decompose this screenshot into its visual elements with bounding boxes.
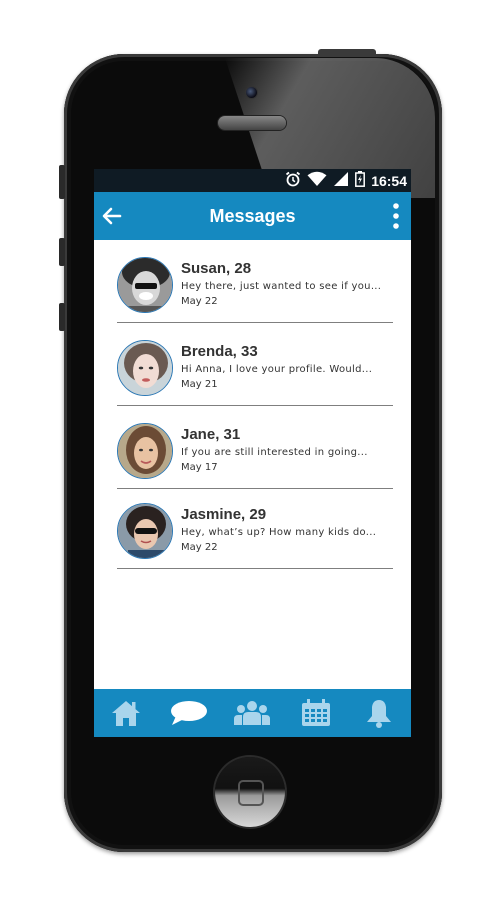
home-button[interactable] <box>215 757 285 827</box>
contact-name: Brenda, 33 <box>181 343 258 360</box>
tab-bar <box>94 689 411 737</box>
tab-people[interactable] <box>232 695 272 731</box>
tab-messages[interactable] <box>169 695 209 731</box>
contact-name: Susan, 28 <box>181 260 252 277</box>
bell-icon <box>367 700 392 728</box>
phone-screen: 16:54 Messages Susan, 28 Hey there, just… <box>94 169 411 737</box>
tab-calendar[interactable] <box>296 695 336 731</box>
message-date: May 22 <box>181 296 218 307</box>
alarm-icon <box>285 171 301 191</box>
message-row-susan[interactable]: Susan, 28 Hey there, just wanted to see … <box>117 240 393 323</box>
avatar <box>117 340 173 396</box>
message-date: May 22 <box>181 542 218 553</box>
volume-up-button <box>59 238 65 266</box>
signal-icon <box>333 171 349 191</box>
tab-notifications[interactable] <box>359 695 399 731</box>
message-date: May 17 <box>181 462 218 473</box>
battery-icon <box>355 170 366 191</box>
avatar <box>117 423 173 479</box>
arrow-left-icon <box>102 207 122 225</box>
page-title: Messages <box>209 205 296 226</box>
volume-down-button <box>59 303 65 331</box>
front-camera <box>246 87 257 98</box>
wifi-icon <box>307 171 327 191</box>
avatar <box>117 257 173 313</box>
power-button <box>318 49 376 55</box>
message-preview: If you are still interested in going... <box>181 447 368 458</box>
message-date: May 21 <box>181 379 218 390</box>
chat-icon <box>171 701 208 725</box>
home-icon <box>111 701 140 726</box>
app-bar: Messages <box>94 192 411 240</box>
message-row-jasmine[interactable]: Jasmine, 29 Hey, what’s up? How many kid… <box>117 486 393 569</box>
avatar <box>117 503 173 559</box>
message-preview: Hey there, just wanted to see if you... <box>181 281 382 292</box>
mute-switch <box>59 165 65 199</box>
status-bar: 16:54 <box>94 169 411 192</box>
home-button-square <box>238 780 264 806</box>
message-row-jane[interactable]: Jane, 31 If you are still interested in … <box>117 406 393 489</box>
more-vert-icon <box>393 203 399 229</box>
status-time: 16:54 <box>371 172 407 189</box>
back-button[interactable] <box>100 204 126 228</box>
contact-name: Jasmine, 29 <box>181 506 267 523</box>
message-preview: Hi Anna, I love your profile. Would... <box>181 364 373 375</box>
tab-home[interactable] <box>106 695 146 731</box>
overflow-menu-button[interactable] <box>389 202 403 230</box>
people-icon <box>234 701 271 725</box>
message-preview: Hey, what’s up? How many kids do... <box>181 527 377 538</box>
message-row-brenda[interactable]: Brenda, 33 Hi Anna, I love your profile.… <box>117 323 393 406</box>
calendar-icon <box>301 699 330 726</box>
contact-name: Jane, 31 <box>181 426 241 443</box>
earpiece-speaker <box>218 116 286 130</box>
